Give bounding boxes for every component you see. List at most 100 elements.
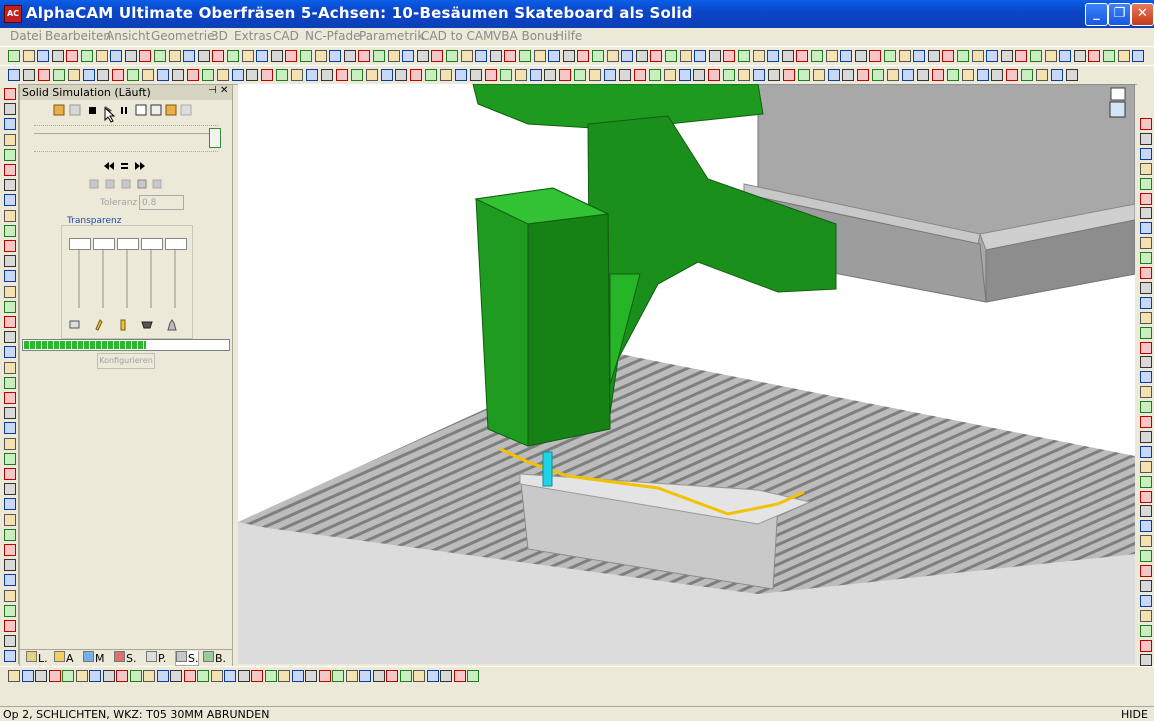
toolbar-1-tool-icon[interactable] (37, 50, 50, 62)
toolbar-1-tool-icon[interactable] (168, 50, 181, 62)
bottom-toolbar-tool-icon[interactable] (372, 670, 385, 682)
right-tools-tool-icon[interactable] (1140, 341, 1152, 354)
toolbar-1-tool-icon[interactable] (1059, 50, 1072, 62)
tab-parameters[interactable]: P. (146, 651, 166, 665)
toolbar-1-tool-icon[interactable] (81, 50, 93, 62)
pin-icon[interactable]: ⊣ (208, 85, 217, 96)
simulation-speed-slider[interactable] (209, 128, 221, 148)
toolbar-2-tool-icon[interactable] (1006, 69, 1019, 81)
toolbar-1-tool-icon[interactable] (300, 50, 312, 62)
toolbar-2-tool-icon[interactable] (97, 69, 110, 81)
view-cube-icon[interactable] (1109, 101, 1126, 118)
toolbar-1-tool-icon[interactable] (22, 50, 35, 62)
toolbar-1-tool-icon[interactable] (913, 50, 926, 62)
menu-cad-to-cam[interactable]: CAD to CAM (421, 29, 493, 43)
menu-extras[interactable]: Extras (234, 29, 272, 43)
right-tools-tool-icon[interactable] (1140, 609, 1152, 622)
right-tools-tool-icon[interactable] (1140, 356, 1152, 369)
toolbar-1-tool-icon[interactable] (475, 50, 488, 62)
toolbar-2-tool-icon[interactable] (618, 69, 631, 81)
toolbar-2-tool-icon[interactable] (887, 69, 900, 81)
bottom-toolbar-tool-icon[interactable] (305, 670, 317, 682)
toolbar-2-tool-icon[interactable] (663, 69, 676, 81)
toolbar-2-tool-icon[interactable] (633, 69, 646, 81)
left-tools-tool-icon[interactable] (4, 285, 16, 298)
left-tools-tool-icon[interactable] (4, 376, 16, 389)
right-tools-tool-icon[interactable] (1140, 639, 1152, 652)
settings-icon[interactable] (180, 104, 192, 116)
toolbar-2-tool-icon[interactable] (648, 69, 661, 81)
toolbar-2-tool-icon[interactable] (797, 69, 810, 81)
toolbar-2-tool-icon[interactable] (1065, 69, 1078, 81)
toolbar-1-tool-icon[interactable] (781, 50, 794, 62)
toolbar-1-tool-icon[interactable] (1000, 50, 1013, 62)
right-tools-tool-icon[interactable] (1140, 445, 1152, 458)
right-tools-tool-icon[interactable] (1140, 430, 1152, 443)
menu-geometrie[interactable]: Geometrie (151, 29, 214, 43)
toolbar-1-tool-icon[interactable] (1073, 50, 1086, 62)
left-tools-tool-icon[interactable] (4, 88, 16, 100)
menu-vba-bonus[interactable]: VBA Bonus (493, 29, 559, 43)
toolbar-2-tool-icon[interactable] (916, 69, 929, 81)
toolbar-2-tool-icon[interactable] (544, 69, 557, 81)
bottom-toolbar-tool-icon[interactable] (197, 670, 209, 682)
toolbar-1-tool-icon[interactable] (927, 50, 940, 62)
toolbar-1-tool-icon[interactable] (183, 50, 196, 62)
left-tools-tool-icon[interactable] (4, 422, 16, 435)
toolbar-2-tool-icon[interactable] (767, 69, 780, 81)
toolbar-1-tool-icon[interactable] (723, 50, 736, 62)
toolbar-1-tool-icon[interactable] (767, 50, 780, 62)
fast-forward-icon[interactable] (135, 162, 145, 170)
toolbar-1-tool-icon[interactable] (957, 50, 969, 62)
toolbar-2-tool-icon[interactable] (231, 69, 244, 81)
left-tools-tool-icon[interactable] (4, 544, 16, 556)
bottom-toolbar-tool-icon[interactable] (426, 670, 439, 682)
right-tools-tool-icon[interactable] (1140, 237, 1152, 250)
bottom-toolbar-tool-icon[interactable] (224, 670, 236, 682)
toolbar-1-tool-icon[interactable] (1030, 50, 1042, 62)
toolbar-1-tool-icon[interactable] (635, 50, 648, 62)
toolbar-1-tool-icon[interactable] (548, 50, 561, 62)
left-tools-tool-icon[interactable] (4, 103, 16, 116)
stop-icon[interactable] (89, 107, 96, 114)
toolbar-1-tool-icon[interactable] (489, 50, 502, 62)
toolbar-1-tool-icon[interactable] (840, 50, 853, 62)
simulation-viewport[interactable] (238, 84, 1135, 664)
tab-styles[interactable]: S. (114, 651, 136, 665)
app-icon[interactable]: AC (4, 5, 22, 23)
speed-icon[interactable] (165, 104, 177, 116)
right-tools-tool-icon[interactable] (1140, 565, 1152, 577)
right-tools-tool-icon[interactable] (1140, 505, 1152, 518)
left-tools-tool-icon[interactable] (4, 452, 16, 465)
toolbar-2-tool-icon[interactable] (410, 69, 423, 81)
toolbar-2-tool-icon[interactable] (574, 69, 587, 81)
right-tools-tool-icon[interactable] (1140, 267, 1152, 279)
compare-icon[interactable] (121, 179, 131, 189)
export-icon[interactable] (152, 179, 162, 189)
left-tools-tool-icon[interactable] (4, 361, 16, 374)
toolbar-1-tool-icon[interactable] (270, 50, 283, 62)
left-tools-tool-icon[interactable] (4, 589, 16, 602)
toolbar-2-tool-icon[interactable] (276, 69, 289, 81)
save-icon[interactable] (137, 179, 147, 189)
toolbar-1-tool-icon[interactable] (241, 50, 254, 62)
toolbar-2-tool-icon[interactable] (559, 69, 572, 81)
toolbar-1-tool-icon[interactable] (796, 50, 809, 62)
toolbar-1-tool-icon[interactable] (416, 50, 429, 62)
toolbar-1-tool-icon[interactable] (227, 50, 239, 62)
left-tools-tool-icon[interactable] (4, 316, 16, 328)
rewind-icon[interactable] (104, 162, 114, 170)
toolbar-1-tool-icon[interactable] (51, 50, 64, 62)
toolbar-2-tool-icon[interactable] (738, 69, 751, 81)
toolbar-1-tool-icon[interactable] (431, 50, 444, 62)
toolbar-2-tool-icon[interactable] (1021, 69, 1034, 81)
toolbar-2-tool-icon[interactable] (291, 69, 304, 81)
left-tools-tool-icon[interactable] (4, 209, 16, 222)
bottom-toolbar-tool-icon[interactable] (453, 670, 466, 682)
bottom-toolbar-tool-icon[interactable] (359, 670, 371, 682)
toolbar-1-tool-icon[interactable] (562, 50, 575, 62)
toolbar-2-tool-icon[interactable] (22, 69, 35, 81)
toolbar-1-tool-icon[interactable] (869, 50, 882, 62)
toolbar-1-tool-icon[interactable] (387, 50, 400, 62)
toolbar-1-tool-icon[interactable] (592, 50, 604, 62)
